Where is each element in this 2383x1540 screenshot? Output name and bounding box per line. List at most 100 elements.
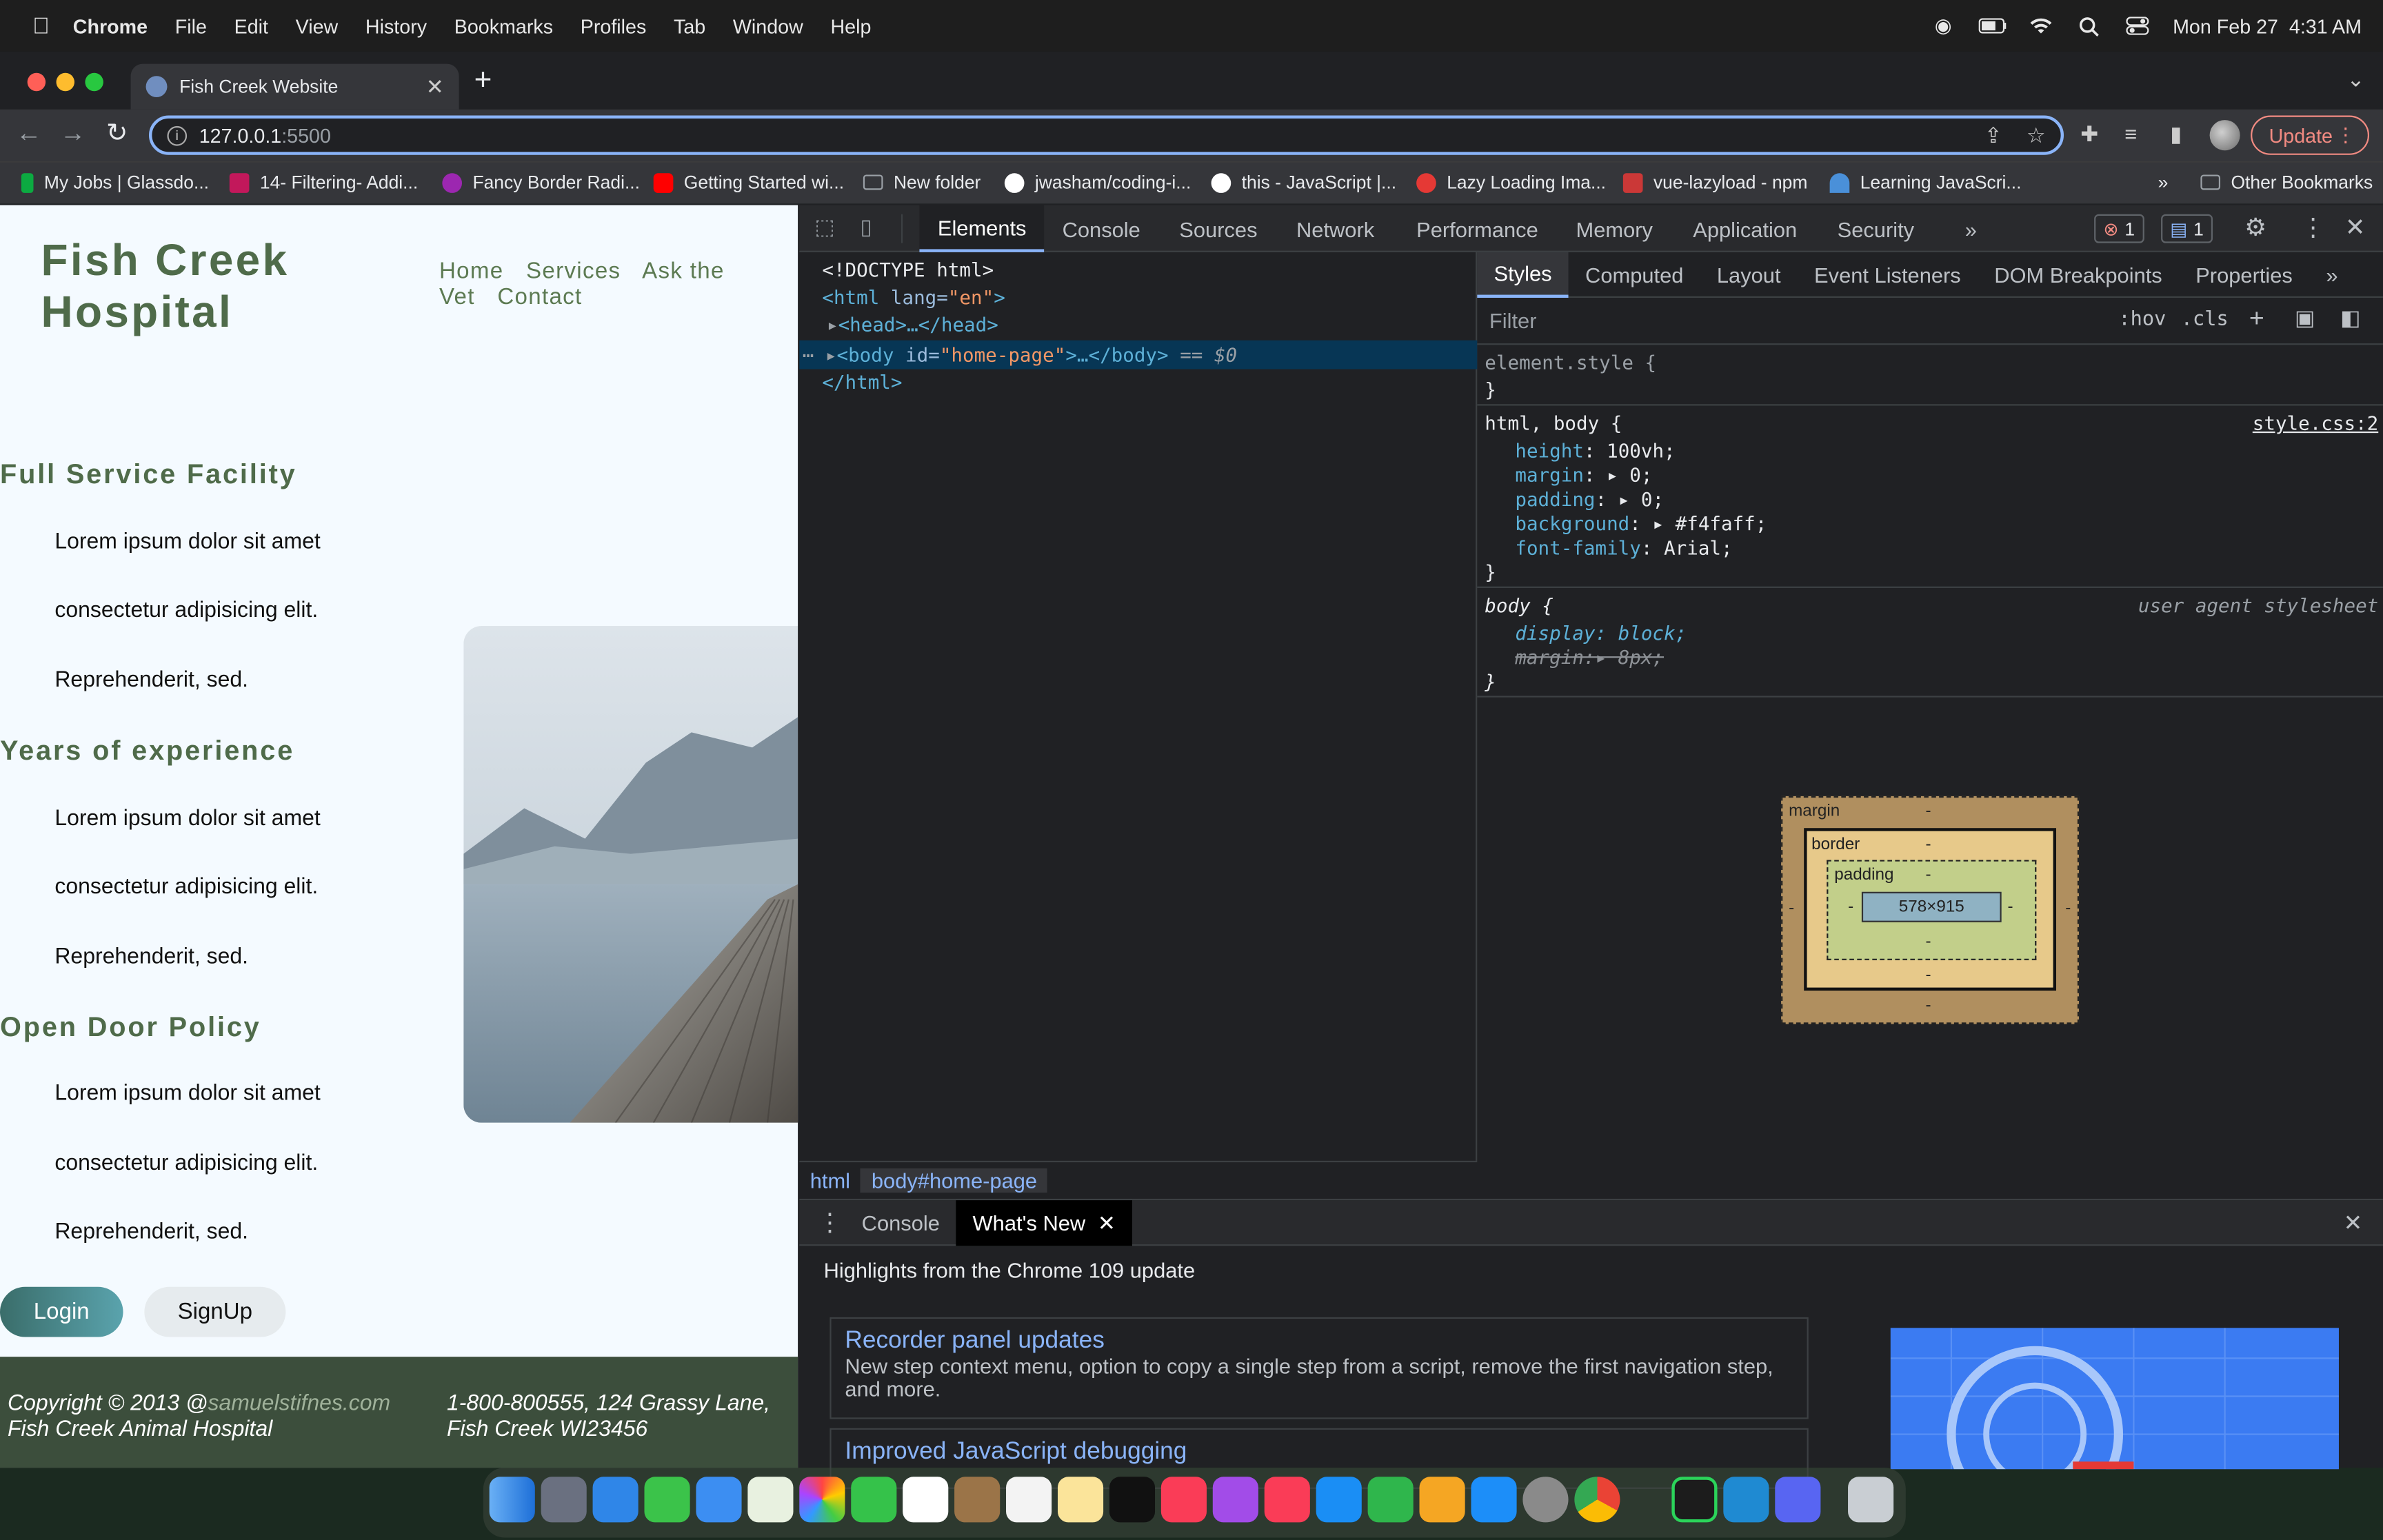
selector[interactable]: element.style { bbox=[1485, 351, 1656, 374]
box-model-padding[interactable]: padding - - - - 578×915 bbox=[1827, 860, 2037, 960]
nav-contact[interactable]: Contact bbox=[497, 284, 582, 310]
control-center-icon[interactable] bbox=[2124, 14, 2152, 38]
border-top-value[interactable]: - bbox=[1925, 835, 1931, 853]
menu-app-name[interactable]: Chrome bbox=[73, 14, 148, 37]
copyright-link[interactable]: samuelstifnes.com bbox=[208, 1392, 391, 1416]
border-bottom-value[interactable]: - bbox=[1925, 966, 1931, 984]
safari-icon[interactable] bbox=[592, 1477, 639, 1523]
music-icon[interactable] bbox=[1160, 1477, 1207, 1523]
error-count-badge[interactable]: ⊗ 1 bbox=[2094, 214, 2144, 243]
margin-bottom-value[interactable]: - bbox=[1925, 997, 1931, 1015]
update-button[interactable]: Update ⋮ bbox=[2251, 115, 2370, 155]
bookmark-item[interactable]: Getting Started wi... bbox=[653, 172, 844, 193]
trash-icon[interactable] bbox=[1848, 1477, 1894, 1523]
pages-icon[interactable] bbox=[1419, 1477, 1465, 1523]
extensions-puzzle-icon[interactable]: ✚ bbox=[2080, 121, 2098, 147]
drawer-tab-console[interactable]: Console bbox=[862, 1211, 940, 1235]
side-panel-icon[interactable]: ▮ bbox=[2170, 121, 2182, 147]
bookmark-item[interactable]: vue-lazyload - npm bbox=[1622, 172, 1807, 193]
padding-top-value[interactable]: - bbox=[1925, 866, 1931, 884]
close-icon[interactable]: ✕ bbox=[1098, 1211, 1116, 1235]
bookmark-item[interactable]: Learning JavaScri... bbox=[1829, 172, 2021, 193]
tab-performance[interactable]: Performance bbox=[1416, 205, 1538, 252]
css-prop[interactable]: height: 100vh; bbox=[1515, 439, 1675, 462]
settings-gear-icon[interactable]: ⚙ bbox=[2244, 213, 2266, 243]
apple-icon[interactable]:  bbox=[28, 13, 55, 39]
podcasts-icon[interactable] bbox=[1212, 1477, 1258, 1523]
css-prop[interactable]: padding: ▸ 0; bbox=[1515, 487, 1664, 510]
tab-search-chevron-icon[interactable]: ⌄ bbox=[2347, 67, 2365, 92]
launchpad-icon[interactable] bbox=[541, 1477, 587, 1523]
tab-security[interactable]: Security bbox=[1838, 205, 1914, 252]
cls-toggle[interactable]: .cls bbox=[2181, 308, 2229, 331]
dom-body-node[interactable]: ⋯ ▸<body id="home-page">…</body> == $0 bbox=[803, 343, 1237, 366]
pycharm-icon[interactable] bbox=[1671, 1477, 1718, 1523]
system-preferences-icon[interactable] bbox=[1522, 1477, 1569, 1523]
news-icon[interactable] bbox=[1264, 1477, 1310, 1523]
maps-icon[interactable] bbox=[747, 1477, 794, 1523]
menu-datetime[interactable]: Mon Feb 27 4:31 AM bbox=[2173, 14, 2362, 37]
chrome-icon[interactable] bbox=[1574, 1477, 1620, 1523]
tab-dom-breakpoints[interactable]: DOM Breakpoints bbox=[1978, 252, 2179, 297]
tab-network[interactable]: Network bbox=[1296, 205, 1374, 252]
menu-bookmarks[interactable]: Bookmarks bbox=[454, 14, 553, 37]
close-drawer-icon[interactable]: ✕ bbox=[2344, 1209, 2363, 1237]
bookmark-star-icon[interactable]: ☆ bbox=[2027, 122, 2046, 148]
spotlight-search-icon[interactable] bbox=[2075, 14, 2103, 38]
back-arrow-icon[interactable]: ← bbox=[12, 119, 46, 149]
whats-new-card[interactable]: Recorder panel updates New step context … bbox=[829, 1317, 1809, 1419]
more-tabs-chevron[interactable]: » bbox=[2309, 252, 2355, 297]
vscode-icon[interactable] bbox=[1723, 1477, 1769, 1523]
dom-head-node[interactable]: ▸<head>…</head> bbox=[827, 313, 998, 336]
notes-icon[interactable] bbox=[1057, 1477, 1104, 1523]
battery-icon[interactable] bbox=[1978, 14, 2006, 38]
box-model-content[interactable]: 578×915 bbox=[1861, 891, 2002, 922]
tab-event-listeners[interactable]: Event Listeners bbox=[1798, 252, 1978, 297]
new-style-rule-icon[interactable]: + bbox=[2249, 304, 2264, 334]
login-button[interactable]: Login bbox=[0, 1286, 123, 1337]
nav-services[interactable]: Services bbox=[526, 259, 621, 284]
box-model-border[interactable]: border - - padding - - - - 578×915 bbox=[1804, 828, 2057, 991]
padding-bottom-value[interactable]: - bbox=[1925, 933, 1931, 951]
toggle-sidebar-icon[interactable]: ◧ bbox=[2340, 305, 2360, 331]
tab-elements[interactable]: Elements bbox=[919, 205, 1045, 252]
close-devtools-icon[interactable]: ✕ bbox=[2345, 213, 2366, 243]
close-tab-icon[interactable]: ✕ bbox=[426, 74, 444, 99]
menu-edit[interactable]: Edit bbox=[234, 14, 268, 37]
nav-home[interactable]: Home bbox=[439, 259, 503, 284]
profile-avatar[interactable] bbox=[2209, 120, 2240, 151]
drawer-menu-icon[interactable]: ⋮ bbox=[818, 1208, 842, 1238]
breadcrumb-body[interactable]: body#home-page bbox=[861, 1168, 1048, 1193]
forward-arrow-icon[interactable]: → bbox=[57, 119, 90, 149]
messages-icon[interactable] bbox=[644, 1477, 690, 1523]
facetime-icon[interactable] bbox=[851, 1477, 897, 1523]
selector[interactable]: html, body { bbox=[1485, 412, 1622, 434]
bookmark-item[interactable]: this - JavaScript |... bbox=[1211, 172, 1396, 193]
browser-tab[interactable]: Fish Creek Website ✕ bbox=[130, 63, 459, 110]
tab-computed[interactable]: Computed bbox=[1569, 252, 1700, 297]
kebab-menu-icon[interactable]: ⋮ bbox=[2301, 213, 2325, 243]
styles-filter-input[interactable]: Filter bbox=[1489, 308, 1537, 332]
dom-html-close[interactable]: </html> bbox=[822, 371, 902, 394]
box-model-margin[interactable]: margin - - - - border - - padding - - - … bbox=[1781, 796, 2080, 1024]
reload-icon[interactable]: ↻ bbox=[100, 119, 133, 149]
hov-toggle[interactable]: :hov bbox=[2118, 308, 2166, 331]
css-prop[interactable]: margin: ▸ 0; bbox=[1515, 463, 1652, 486]
tab-memory[interactable]: Memory bbox=[1576, 205, 1653, 252]
padding-right-value[interactable]: - bbox=[2007, 898, 2013, 916]
source-link[interactable]: style.css:2 bbox=[2253, 412, 2378, 434]
device-toolbar-icon[interactable]: ▯ bbox=[860, 214, 872, 240]
bookmark-item[interactable]: Fancy Border Radi... bbox=[442, 172, 640, 193]
margin-left-value[interactable]: - bbox=[1789, 900, 1794, 918]
css-prop[interactable]: display: block; bbox=[1515, 621, 1687, 644]
bookmark-item[interactable]: jwasham/coding-i... bbox=[1004, 172, 1191, 193]
margin-right-value[interactable]: - bbox=[2065, 900, 2071, 918]
reminders-icon[interactable] bbox=[1006, 1477, 1052, 1523]
menu-history[interactable]: History bbox=[365, 14, 427, 37]
tab-layout[interactable]: Layout bbox=[1700, 252, 1798, 297]
tab-sources[interactable]: Sources bbox=[1179, 205, 1257, 252]
drawer-tab-whats-new[interactable]: What's New ✕ bbox=[956, 1200, 1132, 1246]
keynote-icon[interactable] bbox=[1316, 1477, 1362, 1523]
close-window-button[interactable] bbox=[27, 72, 46, 92]
bookmark-item[interactable]: New folder bbox=[863, 172, 981, 193]
